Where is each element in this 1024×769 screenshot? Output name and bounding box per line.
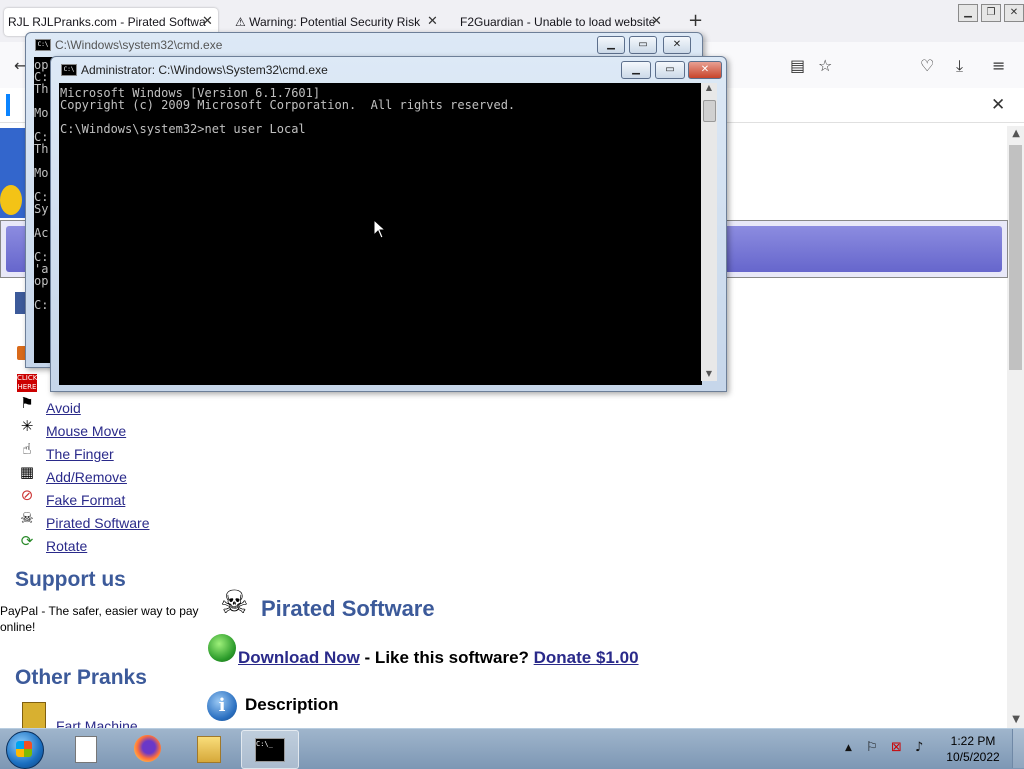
scroll-down-icon[interactable]: ▼: [701, 369, 717, 378]
support-heading: Support us: [15, 568, 126, 591]
tab-close-icon[interactable]: ✕: [202, 14, 213, 29]
taskbar-cmd[interactable]: C:\_: [241, 730, 299, 769]
cmd-icon: C:\: [61, 64, 77, 76]
page-title: Pirated Software: [261, 596, 435, 621]
tab-label: RJL RJLPranks.com - Pirated Softwa: [8, 15, 206, 29]
scroll-down-icon[interactable]: ▼: [1012, 714, 1020, 725]
hand-pointer-icon: ☝: [22, 440, 32, 458]
show-hidden-icons-icon[interactable]: ▲: [845, 743, 852, 753]
cmd-title: Administrator: C:\Windows\System32\cmd.e…: [81, 63, 328, 77]
side-link-the-finger[interactable]: The Finger: [46, 446, 114, 462]
side-link-avoid[interactable]: Avoid: [46, 400, 81, 416]
close-icon[interactable]: ✕: [1004, 4, 1024, 22]
cmd-title: C:\Windows\system32\cmd.exe: [55, 38, 223, 52]
scroll-up-icon[interactable]: ▲: [1012, 128, 1020, 139]
skull-crossbones-icon: ☠: [220, 583, 249, 621]
reader-view-icon[interactable]: ▤: [790, 56, 805, 75]
info-icon: i: [207, 691, 237, 721]
no-format-icon: ⊘: [20, 486, 34, 504]
side-link-rotate[interactable]: Rotate: [46, 538, 87, 554]
fart-machine-icon: [22, 702, 46, 730]
bookmark-star-icon[interactable]: ☆: [818, 56, 832, 75]
like-text: - Like this software?: [359, 648, 534, 667]
action-center-icon[interactable]: ⚐: [866, 740, 878, 755]
description-heading: Description: [245, 695, 339, 714]
other-link-fart-machine[interactable]: Fart Machine: [56, 718, 138, 728]
side-link-pirated-software[interactable]: Pirated Software: [46, 515, 150, 531]
taskbar-explorer[interactable]: [181, 730, 237, 767]
control-panel-icon: ▦: [19, 463, 35, 481]
firefox-icon: [134, 735, 161, 762]
cmd-icon: C:\: [35, 39, 51, 51]
cmd-icon: C:\_: [255, 738, 285, 762]
windows-logo-icon: [16, 741, 32, 757]
console-scrollbar[interactable]: ▲ ▼: [701, 83, 717, 381]
download-globe-icon[interactable]: [208, 634, 236, 662]
console-line: C:\Windows\system32>net user Local: [60, 122, 306, 136]
close-button[interactable]: ✕: [688, 61, 722, 79]
warning-icon: ⚠: [235, 15, 246, 29]
page-scrollbar-thumb[interactable]: [1009, 145, 1022, 370]
click-here-icon: CLICK HERE: [17, 374, 38, 392]
download-now-link[interactable]: Download Now: [238, 648, 360, 667]
tab-close-icon[interactable]: ✕: [427, 14, 438, 29]
clock-date: 10/5/2022: [946, 750, 1000, 764]
side-link-fake-format[interactable]: Fake Format: [46, 492, 125, 508]
network-error-icon[interactable]: ⊠: [891, 740, 902, 755]
minimize-icon[interactable]: ▁: [958, 4, 978, 22]
console-line: Copyright (c) 2009 Microsoft Corporation…: [60, 98, 516, 112]
cursor-burst-icon: ✳: [20, 417, 34, 435]
other-pranks-heading: Other Pranks: [15, 666, 147, 689]
close-notification-icon[interactable]: ✕: [991, 95, 1005, 115]
downloads-icon[interactable]: ⤓: [956, 56, 963, 76]
side-link-mouse-move[interactable]: Mouse Move: [46, 423, 126, 439]
maximize-button[interactable]: ▭: [655, 61, 685, 79]
tab-close-icon[interactable]: ✕: [651, 14, 662, 29]
donate-link[interactable]: Donate $1.00: [534, 648, 639, 667]
rotate-icon: ⟳: [20, 532, 34, 550]
close-button[interactable]: ✕: [663, 36, 691, 54]
console-scrollbar-thumb[interactable]: [703, 100, 716, 122]
system-clock[interactable]: 1:22 PM 10/5/2022: [940, 733, 1006, 765]
mouse-cursor-icon: [373, 219, 387, 239]
window-controls: ▁ ❐ ✕: [955, 4, 1024, 22]
windows-flag-icon: ⚑: [20, 394, 34, 412]
menu-icon[interactable]: ≡: [992, 56, 1005, 75]
maximize-button[interactable]: ▭: [629, 36, 657, 54]
download-line: Download Now - Like this software? Donat…: [238, 648, 639, 668]
notification-accent: [6, 94, 10, 116]
show-desktop-button[interactable]: [1012, 729, 1024, 768]
pocket-icon[interactable]: ♡: [920, 56, 934, 75]
logo-badge: [0, 185, 22, 215]
scroll-up-icon[interactable]: ▲: [701, 83, 717, 92]
cmd-window-administrator[interactable]: C:\ Administrator: C:\Windows\System32\c…: [50, 56, 727, 392]
tab-label: F2Guardian - Unable to load website: [460, 15, 656, 29]
taskbar-notepad[interactable]: [58, 730, 114, 767]
volume-icon[interactable]: ♪: [915, 740, 923, 755]
folder-icon: [197, 736, 221, 763]
tab-label: Warning: Potential Security Risk: [249, 15, 421, 29]
taskbar-firefox[interactable]: [120, 730, 176, 767]
clock-time: 1:22 PM: [950, 734, 996, 748]
restore-icon[interactable]: ❐: [981, 4, 1001, 22]
new-tab-button[interactable]: +: [688, 10, 703, 31]
document-icon: [75, 736, 97, 763]
paypal-text[interactable]: PayPal - The safer, easier way to pay on…: [0, 603, 200, 635]
minimize-button[interactable]: ▁: [597, 36, 625, 54]
side-link-add-remove[interactable]: Add/Remove: [46, 469, 127, 485]
minimize-button[interactable]: ▁: [621, 61, 651, 79]
skull-icon: ☠: [20, 509, 34, 527]
